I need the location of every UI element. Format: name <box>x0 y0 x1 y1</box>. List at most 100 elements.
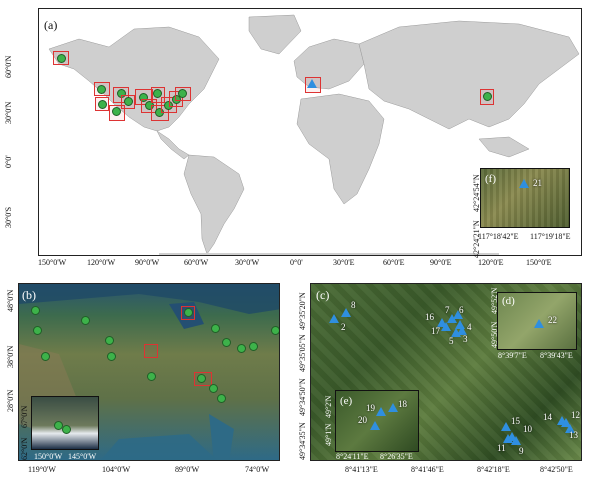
lon-tick: 60°0'W <box>184 258 209 267</box>
inset-f: (f) 21 <box>480 168 570 228</box>
panel-c-label: (c) <box>316 288 330 302</box>
lon-tick: 8°41'13"E <box>345 465 378 474</box>
site-number: 13 <box>569 430 578 440</box>
inset-d-label: (d) <box>502 295 515 307</box>
lon-tick: 8°41'46"E <box>411 465 444 474</box>
lon-tick: 89°0'W <box>175 465 200 474</box>
site-number: 8 <box>351 300 356 310</box>
panel-c-site-map: 2 8 16 7 6 17 4 5 3 15 14 12 10 11 9 13 … <box>310 283 582 461</box>
north-america-landmass <box>48 26 220 132</box>
site-number: 12 <box>571 410 580 420</box>
lat-tick: 30°0'S <box>4 206 13 228</box>
site-number: 15 <box>511 416 520 426</box>
site-triangle <box>519 179 529 188</box>
lon-tick: 60°0'E <box>383 258 405 267</box>
site-triangle <box>341 308 351 317</box>
site-number: 4 <box>467 322 472 332</box>
site-number: 3 <box>463 334 468 344</box>
inset-f-lon-tick: 117°19'18"E <box>530 232 571 241</box>
south-america-landmass <box>183 154 245 255</box>
site-marker <box>197 374 206 383</box>
site-marker <box>41 352 50 361</box>
site-box <box>144 344 158 358</box>
site-marker <box>112 107 121 116</box>
inset-d-lat-tick: 49°52'N <box>490 287 499 314</box>
antarctica-landmass <box>159 253 499 255</box>
inset-e: (e) 19 18 20 <box>335 390 419 452</box>
site-number: 5 <box>449 336 454 346</box>
lon-tick: 120°0'E <box>478 258 504 267</box>
site-marker <box>98 100 107 109</box>
lon-tick: 74°0'W <box>245 465 270 474</box>
site-triangle <box>329 314 339 323</box>
inset-lon-tick: 145°0'W <box>68 452 97 461</box>
central-america-landmass <box>156 130 190 160</box>
panel-b-label: (b) <box>22 288 36 302</box>
site-marker <box>31 306 40 315</box>
site-marker <box>184 308 193 317</box>
site-triangle <box>388 403 398 412</box>
lat-tick: 60°0'N <box>4 55 13 78</box>
lon-tick: 150°0'W <box>38 258 67 267</box>
inset-d: (d) 22 <box>497 292 577 350</box>
inset-f-lon-tick: 117°18'42"E <box>478 232 519 241</box>
site-marker <box>57 54 66 63</box>
site-marker <box>147 372 156 381</box>
site-triangle <box>534 319 544 328</box>
site-marker <box>222 338 231 347</box>
site-marker <box>97 85 106 94</box>
site-marker <box>249 342 258 351</box>
lat-tick: 30°0'N <box>4 101 13 124</box>
site-marker <box>105 336 114 345</box>
lat-tick: 48°0'N <box>6 289 15 312</box>
lon-tick: 30°0'W <box>235 258 260 267</box>
site-marker <box>178 89 187 98</box>
africa-landmass <box>296 93 385 205</box>
panel-b-usa-map <box>18 283 280 461</box>
site-marker <box>237 344 246 353</box>
site-marker <box>211 324 220 333</box>
inset-alaska <box>31 396 99 450</box>
site-marker <box>81 316 90 325</box>
inset-e-lat-tick: 49°2'N <box>324 395 333 418</box>
site-marker <box>271 326 279 335</box>
site-number: 19 <box>366 403 375 413</box>
lon-tick: 150°0'E <box>526 258 552 267</box>
inset-f-label: (f) <box>485 173 496 185</box>
lon-tick: 8°42'50"E <box>540 465 573 474</box>
site-number: 11 <box>497 443 506 453</box>
inset-e-lon-tick: 8°24'11"E <box>336 452 369 461</box>
site-marker <box>33 326 42 335</box>
site-marker <box>62 425 71 434</box>
lat-tick: 49°35'20"N <box>298 292 307 330</box>
lon-tick: 90°0'W <box>135 258 160 267</box>
inset-d-lon-tick: 8°39'7"E <box>498 351 527 360</box>
inset-e-lat-tick: 49°1'N <box>324 423 333 446</box>
inset-lat-tick: 67°0'N <box>20 405 29 428</box>
site-number: 18 <box>398 399 407 409</box>
site-number: 17 <box>431 326 440 336</box>
asia-landmass <box>358 20 580 130</box>
lon-tick: 119°0'W <box>28 465 56 474</box>
site-triangle <box>376 407 386 416</box>
inset-e-lon-tick: 8°26'35"E <box>380 452 413 461</box>
site-marker <box>209 384 218 393</box>
lat-tick: 49°34'35"N <box>298 422 307 460</box>
site-number: 14 <box>543 412 552 422</box>
site-number: 16 <box>425 312 434 322</box>
site-number: 21 <box>533 178 542 188</box>
site-number: 2 <box>341 322 346 332</box>
site-number: 22 <box>548 315 557 325</box>
panel-a-label: (a) <box>44 18 58 32</box>
southeast-asia-islands <box>478 136 530 158</box>
site-number: 7 <box>445 305 450 315</box>
inset-lon-tick: 150°0'W <box>34 452 63 461</box>
site-triangle <box>307 79 317 88</box>
site-number: 6 <box>459 305 464 315</box>
site-marker <box>217 394 226 403</box>
inset-e-label: (e) <box>340 395 353 407</box>
site-triangle <box>511 436 521 445</box>
lon-tick: 120°0'W <box>87 258 116 267</box>
site-number: 9 <box>519 446 524 456</box>
inset-lat-tick: 62°0'N <box>20 437 29 460</box>
